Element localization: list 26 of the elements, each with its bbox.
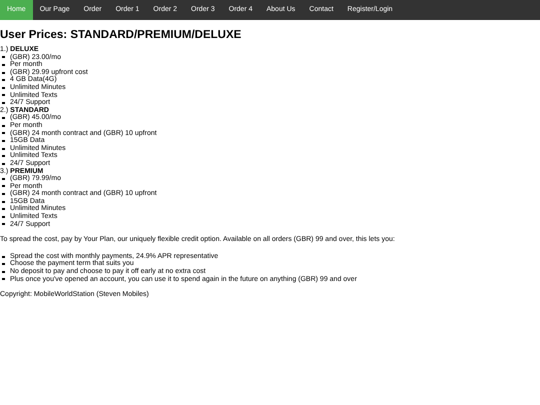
- bullet-icon: [2, 185, 5, 188]
- bullet-icon: [2, 270, 5, 273]
- bullet-icon: [2, 64, 5, 66]
- bullet-icon: [2, 223, 5, 226]
- bullet-icon: [2, 278, 5, 280]
- bullet-icon: [2, 256, 5, 258]
- bullet-icon: [2, 72, 5, 74]
- bullet-icon: [2, 208, 5, 210]
- bullet-icon: [2, 132, 5, 134]
- bullet-icon: [2, 193, 5, 196]
- bullet-icon: [2, 162, 5, 165]
- bullet-icon: [2, 56, 5, 58]
- bullet-icon: [2, 79, 5, 82]
- bullet-icon: [2, 117, 5, 120]
- bullet-icon: [2, 263, 5, 266]
- bullet-icon: [2, 102, 5, 104]
- page-title: User Prices: STANDARD/PREMIUM/DELUXE: [0, 28, 242, 42]
- bullet-icon: [2, 200, 5, 203]
- bullet-icon: [2, 124, 5, 127]
- bullet-icon: [2, 86, 5, 89]
- bullet-icon: [2, 178, 5, 180]
- bullet-icon: [2, 155, 5, 158]
- bullet-icon: [2, 148, 5, 150]
- bullet-icon: [2, 94, 5, 96]
- bullet-icon: [2, 140, 5, 142]
- bullet-icon: [2, 216, 5, 218]
